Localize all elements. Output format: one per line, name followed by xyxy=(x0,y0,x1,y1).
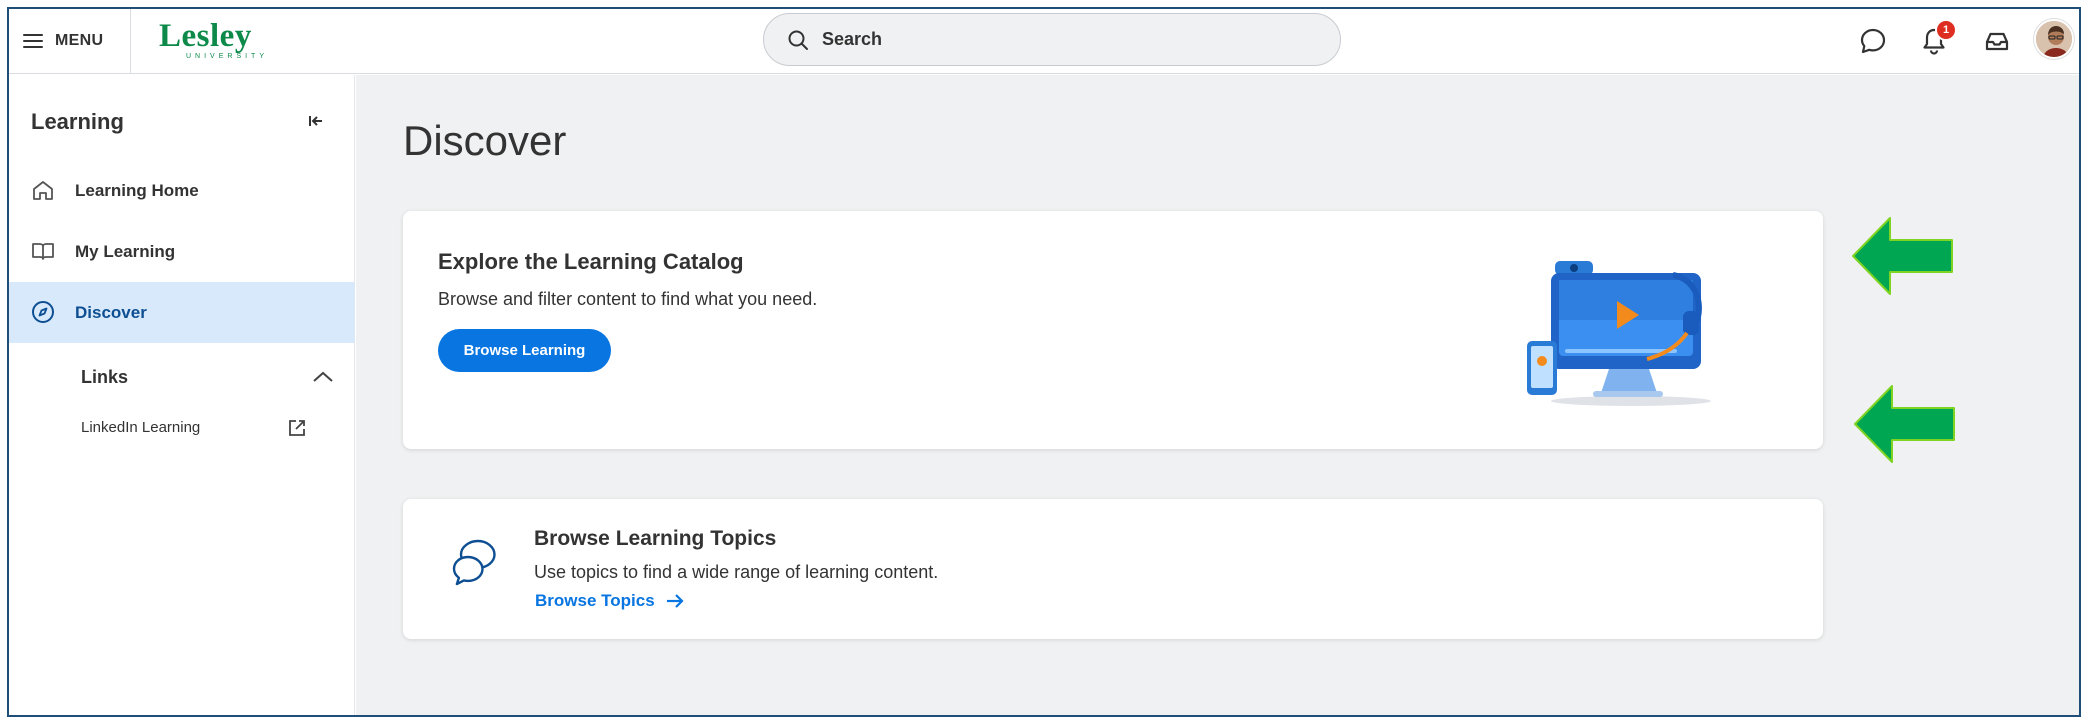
logo-text: Lesley xyxy=(159,18,252,54)
sidebar-item-learning-home[interactable]: Learning Home xyxy=(9,160,355,221)
chat-bubbles-icon xyxy=(452,539,496,586)
topics-card-description: Use topics to find a wide range of learn… xyxy=(534,562,939,582)
arrow-right-icon xyxy=(666,594,684,608)
annotation-arrow-catalog xyxy=(1852,217,1953,295)
inbox-icon xyxy=(1985,32,2009,51)
browse-topics-label: Browse Topics xyxy=(535,591,655,610)
linkedin-learning-link[interactable]: LinkedIn Learning xyxy=(81,419,200,436)
chat-bubble-icon xyxy=(1860,28,1886,54)
learning-topics-card: Browse Learning Topics Use topics to fin… xyxy=(403,499,1823,639)
collapse-sidebar-button[interactable] xyxy=(304,109,328,133)
sidebar-item-label: My Learning xyxy=(75,241,176,261)
catalog-card-title: Explore the Learning Catalog xyxy=(438,249,744,274)
sidebar-item-my-learning[interactable]: My Learning xyxy=(9,221,355,282)
sidebar-title: Learning xyxy=(31,109,124,134)
external-link-icon[interactable] xyxy=(287,418,307,438)
logo-subtext: UNIVERSITY xyxy=(186,53,269,60)
sidebar-item-discover[interactable]: Discover xyxy=(9,282,355,343)
home-icon xyxy=(33,181,53,200)
browse-learning-button[interactable]: Browse Learning xyxy=(438,329,611,372)
book-icon xyxy=(32,243,54,260)
notification-badge: 1 xyxy=(1935,19,1957,41)
search-icon xyxy=(788,30,808,50)
browse-topics-link[interactable]: Browse Topics xyxy=(535,591,685,611)
compass-icon xyxy=(32,301,54,323)
topics-card-title: Browse Learning Topics xyxy=(534,527,777,550)
header-divider xyxy=(130,9,131,74)
collapse-left-icon xyxy=(309,116,322,126)
user-photo-icon xyxy=(2036,21,2072,57)
notifications-button[interactable]: 1 xyxy=(1918,19,1957,57)
sidebar-item-label: Learning Home xyxy=(75,180,199,200)
computer-video-illustration xyxy=(1527,261,1711,406)
search-input[interactable] xyxy=(822,29,1302,50)
menu-button[interactable]: MENU xyxy=(23,27,103,55)
menu-label: MENU xyxy=(55,32,104,49)
search-bar[interactable] xyxy=(763,13,1341,66)
top-header: MENU Lesley UNIVERSITY 1 xyxy=(9,9,2079,74)
chat-button[interactable] xyxy=(1857,25,1889,57)
links-heading: Links xyxy=(81,367,129,387)
sidebar-item-label: Discover xyxy=(75,302,147,322)
catalog-card-description: Browse and filter content to find what y… xyxy=(438,289,818,309)
chevron-up-icon[interactable] xyxy=(311,365,335,389)
inbox-button[interactable] xyxy=(1981,25,2013,57)
main-content: Discover Explore the Learning Catalog Br… xyxy=(356,75,2079,715)
learning-sidebar: Learning Learning Home My Learning Disco… xyxy=(9,75,355,715)
hamburger-icon xyxy=(23,34,43,48)
annotation-arrow-topics xyxy=(1854,385,1955,463)
page-title: Discover xyxy=(403,117,567,164)
user-avatar[interactable] xyxy=(2034,19,2074,59)
learning-catalog-card: Explore the Learning Catalog Browse and … xyxy=(403,211,1823,449)
app-window: MENU Lesley UNIVERSITY 1 Learning xyxy=(7,7,2081,717)
lesley-logo[interactable]: Lesley UNIVERSITY xyxy=(159,19,279,65)
